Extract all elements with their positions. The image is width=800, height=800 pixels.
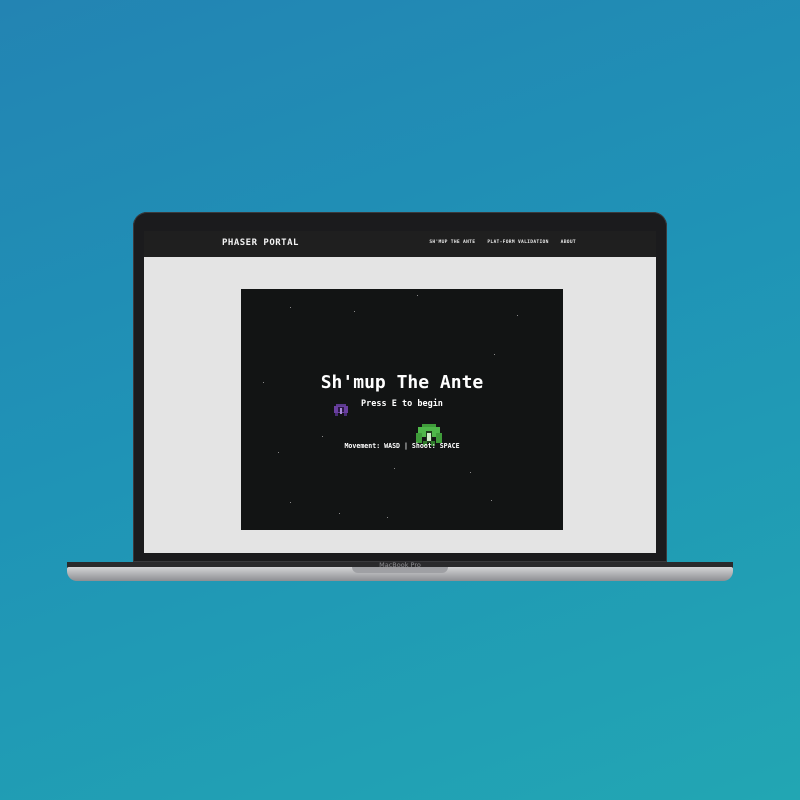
star — [417, 295, 418, 296]
browser-screen: PHASER PORTAL SH'MUP THE ANTE PLAT-FORM … — [144, 231, 656, 553]
nav-link-about[interactable]: ABOUT — [561, 240, 576, 245]
purple-ship-icon — [334, 404, 348, 416]
site-navbar: PHASER PORTAL SH'MUP THE ANTE PLAT-FORM … — [144, 231, 656, 257]
controls-hint: Movement: WASD | Shoot: SPACE — [344, 442, 460, 450]
star — [339, 513, 340, 514]
game-canvas[interactable]: Sh'mup The Ante Press E to begin Movemen… — [241, 289, 563, 530]
nav-link-platform-validation[interactable]: PLAT-FORM VALIDATION — [487, 240, 548, 245]
star — [470, 472, 471, 473]
star — [322, 436, 323, 437]
nav-links: SH'MUP THE ANTE PLAT-FORM VALIDATION ABO… — [429, 240, 576, 245]
star — [387, 517, 388, 518]
laptop-model-label: MacBook Pro — [379, 561, 421, 569]
star — [394, 468, 395, 469]
nav-link-shmup[interactable]: SH'MUP THE ANTE — [429, 240, 475, 245]
star — [354, 311, 355, 312]
star — [517, 315, 518, 316]
star — [290, 307, 291, 308]
game-title: Sh'mup The Ante — [320, 372, 484, 393]
star — [491, 500, 492, 501]
site-brand[interactable]: PHASER PORTAL — [222, 238, 299, 248]
star — [494, 354, 495, 355]
star — [290, 502, 291, 503]
star — [278, 452, 279, 453]
start-prompt: Press E to begin — [361, 399, 443, 409]
